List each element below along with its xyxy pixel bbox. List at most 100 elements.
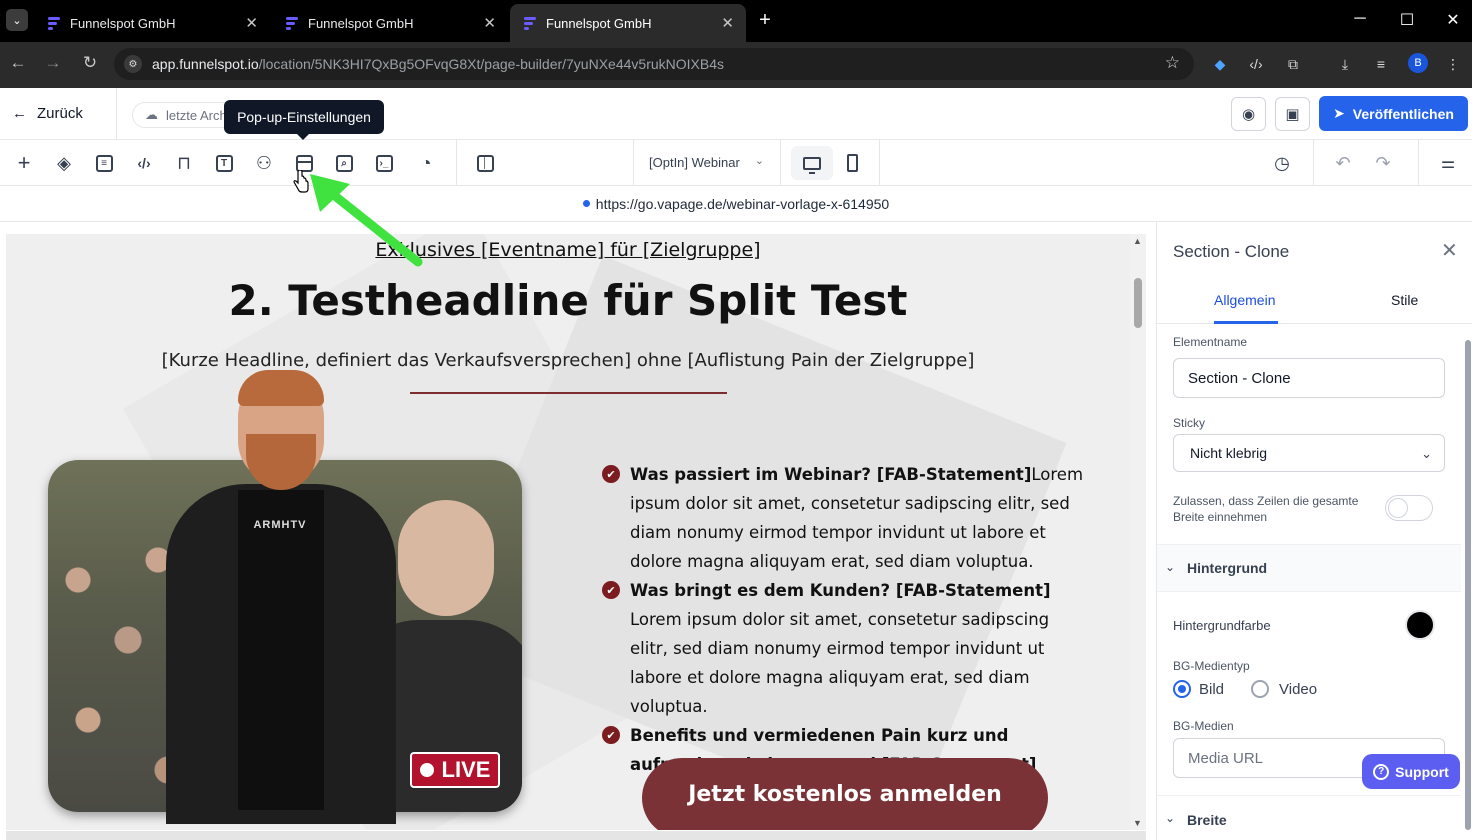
panel-title: Section - Clone — [1173, 242, 1290, 261]
preview-url[interactable]: https://go.vapage.de/webinar-vorlage-x-6… — [596, 196, 889, 212]
media-queue-icon[interactable]: ≡ — [1370, 53, 1392, 75]
undo-icon[interactable]: ↶ — [1331, 151, 1355, 175]
back-button[interactable]: ← Zurück — [12, 105, 83, 122]
browser-tab[interactable]: Funnelspot GmbH ✕ — [34, 4, 270, 42]
background-section-header[interactable]: ⌄ Hintergrund — [1157, 544, 1461, 592]
profile-avatar[interactable]: B — [1408, 53, 1428, 73]
canvas-area: Exklusives [Eventname] für [Zielgruppe] … — [0, 222, 1156, 840]
popup-icon-shape — [295, 154, 313, 172]
bullet-text: Lorem ipsum dolor sit amet, consetetur s… — [630, 610, 1050, 716]
width-section-label: Breite — [1187, 811, 1227, 828]
scroll-up-icon[interactable]: ▲ — [1133, 236, 1142, 246]
add-icon[interactable]: + — [12, 150, 36, 175]
divider — [456, 140, 457, 186]
redo-icon[interactable]: ↷ — [1371, 151, 1395, 175]
person-right-head — [398, 500, 494, 616]
shirt-print: ARMHTV — [253, 519, 307, 531]
panel-tabs: Allgemein Stile — [1157, 278, 1472, 324]
window-close-button[interactable]: ✕ — [1443, 10, 1463, 30]
browser-tab-active[interactable]: Funnelspot GmbH ✕ — [510, 4, 746, 42]
split-view-icon[interactable]: │ — [473, 151, 497, 175]
canvas-scrollbar[interactable]: ▲ ▼ — [1130, 234, 1146, 830]
width-section-header[interactable]: ⌄ Breite — [1157, 795, 1461, 840]
bookmark-star-icon[interactable]: ☆ — [1165, 53, 1180, 73]
reload-icon[interactable]: ↻ — [78, 53, 102, 73]
tab-close-icon[interactable]: ✕ — [721, 14, 734, 32]
extensions-puzzle-icon[interactable]: ⧉ — [1282, 53, 1304, 75]
colors-icon[interactable]: ⚇ — [252, 151, 276, 175]
sticky-label: Sticky — [1173, 416, 1206, 430]
event-line[interactable]: Exklusives [Eventname] für [Zielgruppe] — [6, 239, 1130, 261]
terminal-shape: ›_ — [375, 154, 393, 172]
text-icon[interactable]: T — [212, 151, 236, 175]
browser-tab-bar: ⌄ Funnelspot GmbH ✕ Funnelspot GmbH ✕ Fu… — [0, 0, 1472, 42]
site-settings-icon[interactable]: ⚙ — [124, 55, 142, 73]
main-headline[interactable]: 2. Testheadline für Split Test — [6, 276, 1130, 325]
scroll-down-icon[interactable]: ▼ — [1133, 818, 1142, 828]
divider — [116, 88, 117, 140]
page-select[interactable]: [OptIn] Webinar ⌄ — [633, 140, 781, 185]
help-circle-icon: ? — [1373, 763, 1390, 780]
bg-color-swatch[interactable] — [1405, 610, 1435, 640]
save-icon: ▣ — [1285, 106, 1300, 123]
builder-toolbar: + ◈ ≡ ‹/› ⊓ T ⚇ ⌕ ›_ ◔ │ [OptIn] Webinar… — [0, 140, 1472, 186]
chevron-down-icon: ⌄ — [1165, 811, 1176, 825]
panel-scroll-thumb[interactable] — [1465, 340, 1471, 830]
element-name-input[interactable]: Section - Clone — [1173, 358, 1445, 398]
publish-button[interactable]: ➤ Veröffentlichen — [1319, 96, 1468, 131]
code-icon[interactable]: ‹/› — [132, 151, 156, 175]
fullwidth-toggle[interactable] — [1385, 495, 1433, 521]
close-icon[interactable]: ✕ — [1441, 238, 1458, 263]
search-page-icon[interactable]: ⌕ — [332, 151, 356, 175]
url-field[interactable]: ⚙ app.funnelspot.io/location/5NK3HI7QxBg… — [114, 48, 1194, 80]
history-icon[interactable]: ◷ — [1270, 151, 1294, 175]
back-arrow-icon[interactable]: ← — [6, 53, 30, 73]
check-circle-icon: ✔ — [602, 726, 620, 744]
live-badge: LIVE — [410, 752, 500, 788]
preview-button[interactable]: ◉ — [1231, 97, 1266, 131]
minimize-button[interactable]: ─ — [1350, 10, 1370, 28]
radio-video[interactable] — [1251, 680, 1269, 698]
publish-label: Veröffentlichen — [1352, 105, 1454, 122]
layers-icon[interactable]: ◈ — [52, 151, 76, 175]
pages-icon[interactable]: ≡ — [92, 151, 116, 175]
sub-headline[interactable]: [Kurze Headline, definiert das Verkaufsv… — [6, 350, 1130, 371]
sticky-select[interactable]: Nicht klebrig ⌄ — [1173, 434, 1445, 472]
support-label: Support — [1395, 763, 1449, 780]
cta-button[interactable]: Jetzt kostenlos anmelden — [642, 758, 1048, 830]
page-section[interactable]: Exklusives [Eventname] für [Zielgruppe] … — [6, 234, 1130, 830]
radio-bild[interactable] — [1173, 680, 1191, 698]
support-button[interactable]: ? Support — [1362, 754, 1460, 789]
extension-code-icon[interactable]: ‹/› — [1245, 53, 1267, 75]
desktop-view-button[interactable] — [791, 146, 833, 180]
scroll-thumb[interactable] — [1134, 278, 1142, 328]
bullet-item: ✔ Was passiert im Webinar? [FAB-Statemen… — [602, 460, 1092, 576]
tab-search-icon[interactable]: ⌄ — [6, 9, 28, 31]
funnelspot-favicon-icon — [284, 15, 300, 31]
tab-close-icon[interactable]: ✕ — [483, 14, 496, 32]
mobile-view-button[interactable] — [840, 146, 864, 180]
url-host: app.funnelspot.io — [152, 56, 259, 72]
cookie-icon[interactable]: ◔ — [414, 151, 438, 175]
panel-scrollbar[interactable] — [1463, 326, 1472, 840]
arrow-left-icon: ← — [12, 105, 27, 122]
terminal-icon[interactable]: ›_ — [372, 151, 396, 175]
phone-icon — [846, 154, 858, 172]
forward-arrow-icon[interactable]: → — [41, 53, 65, 73]
extension-shield-icon[interactable]: ◆ — [1209, 53, 1231, 75]
browser-menu-icon[interactable]: ⋮ — [1442, 53, 1464, 75]
maximize-button[interactable]: ☐ — [1397, 10, 1417, 30]
canvas-horizontal-scrollbar[interactable] — [6, 831, 1146, 840]
download-icon[interactable]: ⤓ — [1334, 53, 1356, 75]
text-icon-shape: T — [215, 154, 233, 172]
settings-sliders-icon[interactable]: ⚌ — [1436, 151, 1460, 175]
bullet-list[interactable]: ✔ Was passiert im Webinar? [FAB-Statemen… — [602, 460, 1092, 779]
tab-allgemein[interactable]: Allgemein — [1214, 292, 1275, 308]
save-button[interactable]: ▣ — [1275, 97, 1310, 131]
browser-tab[interactable]: Funnelspot GmbH ✕ — [272, 4, 508, 42]
sticky-select-value: Nicht klebrig — [1190, 445, 1268, 461]
paint-roller-icon[interactable]: ⊓ — [172, 151, 196, 175]
tab-stile[interactable]: Stile — [1391, 292, 1418, 308]
tab-close-icon[interactable]: ✕ — [245, 14, 258, 32]
new-tab-button[interactable]: + — [754, 9, 776, 32]
